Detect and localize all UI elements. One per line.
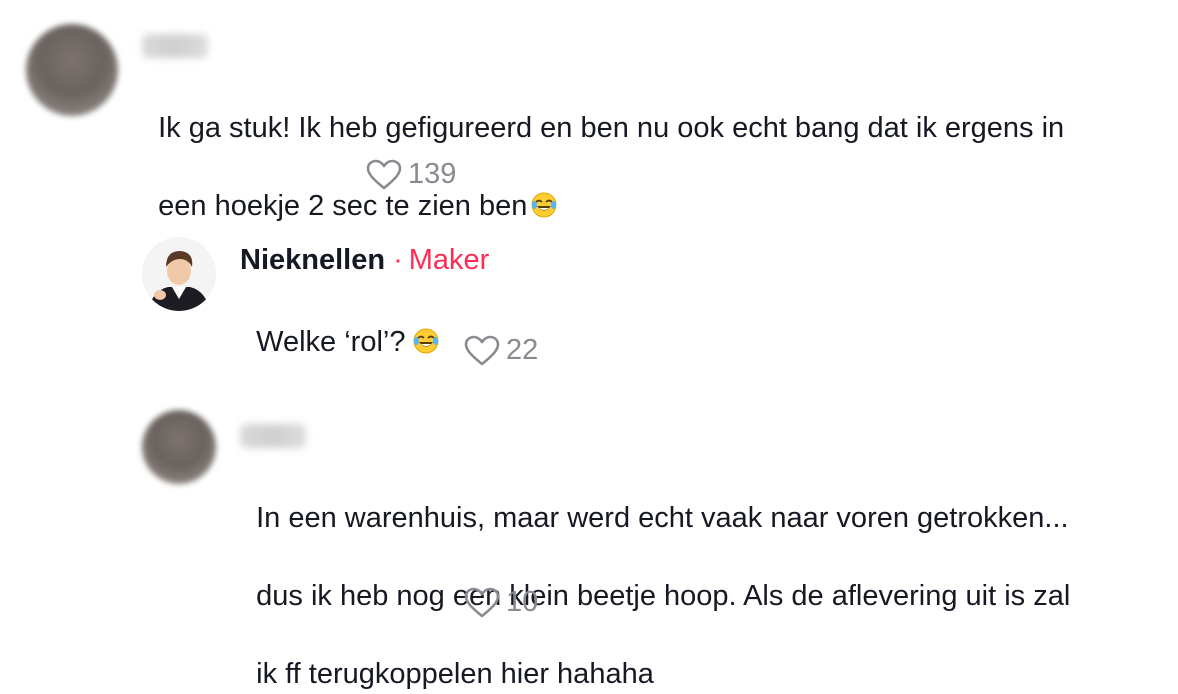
comment-text-line: In een warenhuis, maar werd echt vaak na… bbox=[256, 502, 1069, 534]
comment-text-line: Ik ga stuk! Ik heb gefigureerd en ben nu… bbox=[158, 112, 1065, 144]
heart-outline-icon bbox=[464, 587, 500, 617]
like-count: 139 bbox=[408, 158, 457, 190]
comment-text: Ik ga stuk! Ik heb gefigureerd en ben nu… bbox=[142, 70, 1162, 226]
author-separator: · bbox=[393, 244, 403, 276]
comment-text-line: dus ik heb nog een klein beetje hoop. Al… bbox=[256, 580, 1071, 612]
commenter-username-blurred[interactable] bbox=[142, 34, 208, 58]
commenter-username-blurred[interactable] bbox=[240, 424, 306, 448]
maker-badge: Maker bbox=[408, 244, 490, 276]
like-button[interactable]: 10 bbox=[464, 586, 538, 619]
creator-avatar[interactable] bbox=[142, 237, 216, 311]
comment-text-line: Welke ‘rol’? bbox=[256, 326, 406, 358]
like-button[interactable]: 139 bbox=[366, 158, 456, 191]
face-with-tears-of-joy-icon bbox=[413, 326, 439, 354]
reply-text: Welke ‘rol’? bbox=[240, 284, 1140, 362]
heart-outline-icon bbox=[366, 159, 402, 189]
like-count: 10 bbox=[506, 586, 539, 618]
commenter-avatar[interactable] bbox=[26, 24, 118, 116]
like-button[interactable]: 22 bbox=[464, 334, 538, 367]
comment-text-line: ik ff terugkoppelen hier hahaha bbox=[256, 658, 654, 690]
reply-text: In een warenhuis, maar werd echt vaak na… bbox=[240, 460, 1170, 694]
reply-author-row: Nieknellen · Maker bbox=[240, 242, 489, 278]
commenter-avatar[interactable] bbox=[142, 410, 216, 484]
creator-photo bbox=[142, 237, 216, 311]
face-with-tears-of-joy-icon bbox=[531, 190, 557, 218]
creator-username[interactable]: Nieknellen bbox=[240, 244, 385, 276]
comment-text-line: een hoekje 2 sec te zien ben bbox=[158, 190, 528, 222]
like-count: 22 bbox=[506, 334, 539, 366]
heart-outline-icon bbox=[464, 335, 500, 365]
